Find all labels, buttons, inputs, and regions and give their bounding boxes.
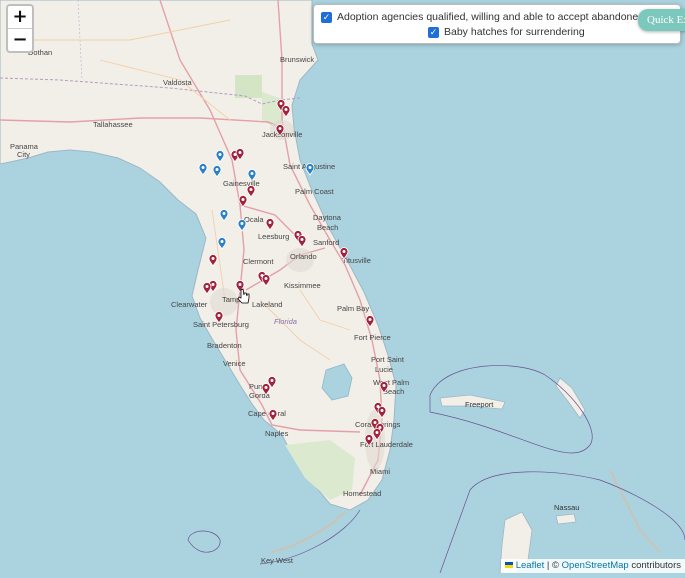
marker-dot — [241, 198, 245, 201]
marker-dot — [215, 168, 219, 171]
place-label: Palm Bay — [337, 304, 369, 313]
place-label: Clearwater — [171, 300, 208, 309]
marker-dot — [217, 314, 221, 317]
marker-dot — [201, 166, 205, 169]
place-label: Daytona — [313, 213, 342, 222]
place-label: West Palm — [373, 378, 409, 387]
marker-dot — [271, 412, 275, 415]
leaflet-link[interactable]: Leaflet — [516, 560, 545, 571]
marker-dot — [296, 233, 300, 236]
marker-dot — [238, 283, 242, 286]
place-label: Homestead — [343, 489, 381, 498]
place-label: Brunswick — [280, 55, 314, 64]
place-label: Tallahassee — [93, 120, 133, 129]
hatch-layer-label: Baby hatches for surrendering — [444, 26, 585, 38]
ukraine-flag-icon — [505, 562, 514, 569]
marker-dot — [211, 257, 215, 260]
place-label: Freeport — [465, 400, 494, 409]
place-label: Venice — [223, 359, 246, 368]
marker-dot — [279, 102, 283, 105]
place-label: Leesburg — [258, 232, 289, 241]
marker-dot — [373, 421, 377, 424]
marker-dot — [382, 384, 386, 387]
place-label: Orlando — [290, 252, 317, 261]
place-label: Beach — [317, 223, 338, 232]
place-label: Fort Pierce — [354, 333, 391, 342]
marker-dot — [300, 238, 304, 241]
attribution-separator: | © — [544, 560, 562, 571]
marker-dot — [264, 386, 268, 389]
place-label: Kissimmee — [284, 281, 321, 290]
place-label: Miami — [370, 467, 390, 476]
zoom-in-button[interactable]: + — [8, 6, 32, 29]
marker-dot — [250, 172, 254, 175]
place-label: Clermont — [243, 257, 274, 266]
new-providence — [555, 513, 577, 525]
marker-dot — [270, 379, 274, 382]
place-label: Lucie — [375, 365, 393, 374]
marker-dot — [367, 437, 371, 440]
place-label: Ocala — [244, 215, 264, 224]
place-label: Cape Coral — [248, 409, 286, 418]
marker-dot — [308, 166, 312, 169]
marker-dot — [268, 221, 272, 224]
map-attribution: Leaflet | © OpenStreetMap contributors — [501, 559, 685, 573]
adoption-layer-label: Adoption agencies qualified, willing and… — [337, 11, 681, 23]
marker-dot — [240, 222, 244, 225]
layer-control: ✓ Adoption agencies qualified, willing a… — [313, 4, 681, 44]
attribution-suffix: contributors — [628, 560, 681, 571]
osm-link[interactable]: OpenStreetMap — [562, 560, 629, 571]
adoption-layer-row[interactable]: ✓ Adoption agencies qualified, willing a… — [321, 11, 681, 23]
marker-dot — [342, 250, 346, 253]
marker-dot — [375, 431, 379, 434]
hatch-layer-row[interactable]: ✓ Baby hatches for surrendering — [428, 26, 585, 38]
place-label: Valdosta — [163, 78, 192, 87]
region-label: Florida — [274, 317, 297, 326]
place-label: Port Saint — [371, 355, 405, 364]
quick-exit-button[interactable]: Quick Exit — [638, 9, 685, 31]
map-canvas[interactable]: Dothan Valdosta Brunswick Tallahassee Panama… — [0, 0, 685, 574]
hatch-layer-checkbox[interactable]: ✓ — [428, 26, 439, 38]
marker-dot — [220, 240, 224, 243]
place-label: Sanford — [313, 238, 339, 247]
marker-dot — [218, 153, 222, 156]
place-label: City — [17, 150, 30, 159]
marker-dot — [278, 127, 282, 130]
place-label: Palm Coast — [295, 187, 335, 196]
marker-dot — [284, 108, 288, 111]
marker-dot — [368, 318, 372, 321]
place-label: Key West — [261, 556, 294, 565]
place-label: Nassau — [554, 503, 579, 512]
marker-dot — [380, 409, 384, 412]
marker-dot — [264, 277, 268, 280]
forest-north — [235, 75, 262, 98]
place-label: Titusville — [342, 256, 371, 265]
marker-dot — [249, 188, 253, 191]
map-svg: DothanValdostaBrunswickTallahasseePanama… — [0, 0, 685, 574]
zoom-out-button[interactable]: − — [8, 29, 32, 51]
place-label: Bradenton — [207, 341, 242, 350]
zoom-control: + − — [6, 4, 34, 53]
place-label: Lakeland — [252, 300, 282, 309]
adoption-layer-checkbox[interactable]: ✓ — [321, 11, 332, 23]
place-label: Naples — [265, 429, 289, 438]
place-label: Saint Petersburg — [193, 320, 249, 329]
marker-dot — [211, 283, 215, 286]
marker-dot — [238, 151, 242, 154]
marker-dot — [205, 285, 209, 288]
marker-dot — [222, 212, 226, 215]
